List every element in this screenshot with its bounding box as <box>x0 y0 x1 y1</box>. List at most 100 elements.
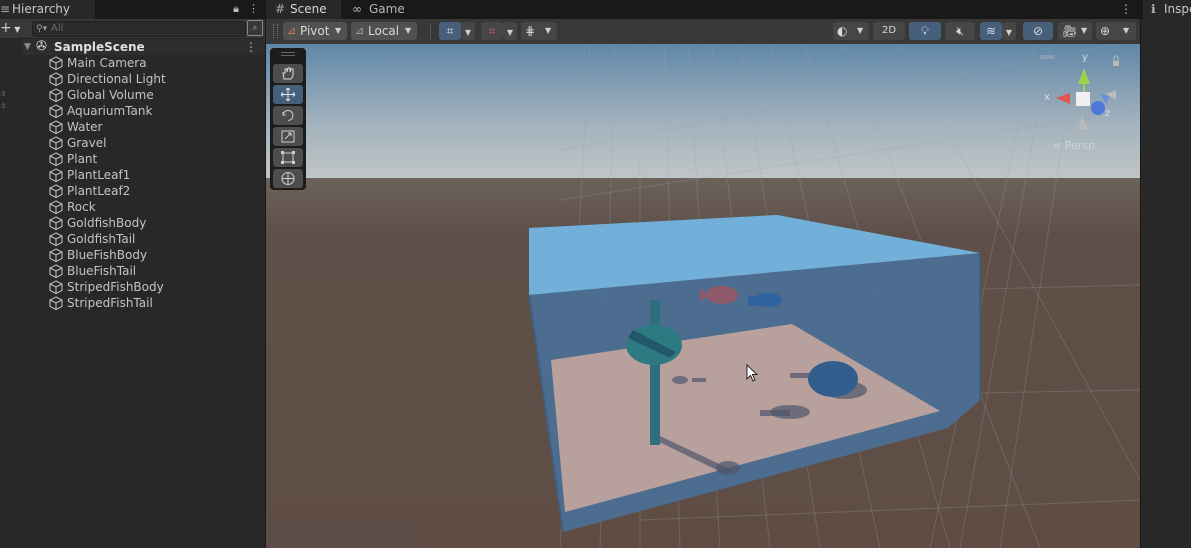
hierarchy-item-label: StripedFishBody <box>67 280 164 294</box>
inspector-tab-label: Inspe <box>1164 2 1191 16</box>
grid-snap-toggle[interactable]: ⌗ <box>439 22 461 40</box>
hierarchy-item-label: BlueFishTail <box>67 264 137 278</box>
hierarchy-item[interactable]: PlantLeaf2 <box>22 183 265 199</box>
search-by-type-icon[interactable]: ⌕ <box>247 20 263 36</box>
move-tool-button[interactable] <box>273 85 303 104</box>
gameobject-cube-icon <box>49 216 63 231</box>
gameobject-cube-icon <box>49 152 63 167</box>
hierarchy-item-label: Global Volume <box>67 88 154 102</box>
effects-layers-icon: ≋ <box>985 24 997 38</box>
chevron-down-icon: ▼ <box>464 28 472 37</box>
hierarchy-item[interactable]: AquariumTank <box>22 103 265 119</box>
hierarchy-item[interactable]: Gravel <box>22 135 265 151</box>
grid-snap-icon: ⌗ <box>446 24 454 38</box>
hierarchy-item[interactable]: Plant <box>22 151 265 167</box>
hierarchy-item[interactable]: StripedFishTail <box>22 295 265 311</box>
scale-icon <box>281 130 295 143</box>
hand-icon <box>282 67 294 80</box>
hierarchy-tab[interactable]: ≡ Hierarchy <box>0 0 95 19</box>
tab-game[interactable]: ∞ Game <box>343 0 413 19</box>
projection-toggle[interactable]: ⋖ Persp <box>1052 138 1112 154</box>
increment-snap-dropdown[interactable]: ▼ <box>503 22 517 40</box>
pivot-dropdown[interactable]: ⊿ Pivot ▼ <box>283 22 347 40</box>
bluefish-body <box>754 293 782 307</box>
gameobject-cube-icon <box>49 280 63 295</box>
gameobject-cube-icon <box>49 264 63 279</box>
gizmos-globe-icon: ⊕ <box>1100 24 1111 38</box>
hierarchy-item[interactable]: StripedFishBody <box>22 279 265 295</box>
add-object-button[interactable]: + ▼ <box>0 20 22 36</box>
search-icon: ⚲▾ <box>36 24 48 34</box>
rotate-tool-button[interactable] <box>273 106 303 125</box>
tab-scene-label: Scene <box>290 2 327 16</box>
hierarchy-list-icon: ≡ <box>0 2 11 16</box>
effects-toggle[interactable]: ≋ <box>980 22 1002 40</box>
lock-icon[interactable]: 🔒︎ <box>230 2 242 16</box>
more-options-icon[interactable]: ⋮ <box>248 2 259 16</box>
expand-arrow-icon[interactable]: ▼ <box>24 39 31 55</box>
scene-more-options-icon[interactable]: ⋮ <box>1120 0 1132 19</box>
camera-settings-dropdown[interactable]: 🎥︎ ▼ <box>1058 22 1092 40</box>
hierarchy-item[interactable]: Rock <box>22 199 265 215</box>
chevron-down-icon: ▼ <box>1123 26 1130 35</box>
hierarchy-item[interactable]: Main Camera <box>22 55 265 71</box>
hierarchy-item[interactable]: Global Volume <box>22 87 265 103</box>
tab-scene[interactable]: # Scene <box>266 0 341 19</box>
overlay-grip[interactable] <box>281 52 295 56</box>
gamepad-icon: ∞ <box>352 2 362 16</box>
lighting-toggle[interactable]: 💡︎ <box>909 22 941 40</box>
gameobject-cube-icon <box>49 72 63 87</box>
hand-tool-button[interactable] <box>273 64 303 83</box>
hierarchy-item[interactable]: BlueFishTail <box>22 263 265 279</box>
audio-toggle[interactable]: 🔇︎ <box>945 22 975 40</box>
hidden-objects-toggle[interactable]: ⊘ <box>1023 22 1053 40</box>
hierarchy-tab-label: Hierarchy <box>12 2 71 16</box>
grid-visibility-dropdown[interactable]: ⋕ ▼ <box>521 22 557 40</box>
chevron-down-icon: ▼ <box>545 26 552 35</box>
rotate-icon <box>282 110 294 121</box>
gizmos-dropdown[interactable]: ⊕ ▼ <box>1096 22 1136 40</box>
ground-patch <box>266 515 426 548</box>
gameobject-cube-icon <box>49 56 63 71</box>
gameobject-cube-icon <box>49 296 63 311</box>
hierarchy-item[interactable]: BlueFishBody <box>22 247 265 263</box>
effects-dropdown[interactable]: ▼ <box>1002 22 1016 40</box>
rect-transform-icon <box>281 151 295 164</box>
search-placeholder: All <box>51 23 64 34</box>
local-label: Local <box>368 24 400 38</box>
gameobject-cube-icon <box>49 248 63 263</box>
audio-mute-icon: 🔇︎ <box>956 24 964 38</box>
hierarchy-item[interactable]: Water <box>22 119 265 135</box>
scene-viewport[interactable] <box>266 44 1140 548</box>
2d-label: 2D <box>881 25 897 36</box>
scene-root-row[interactable]: ▼ ✇ SampleScene ⋮ <box>22 39 265 55</box>
hierarchy-item[interactable]: Directional Light <box>22 71 265 87</box>
light-bulb-icon: 💡︎ <box>920 24 930 38</box>
increment-snap-toggle[interactable]: ⌗ <box>481 22 503 40</box>
shading-sphere-icon: ◐ <box>837 24 848 38</box>
hierarchy-search-field[interactable]: ⚲▾ All <box>32 21 246 37</box>
grid-visibility-icon: ⋕ <box>525 24 536 38</box>
2d-toggle-button[interactable]: 2D <box>873 22 905 40</box>
hierarchy-item-label: PlantLeaf2 <box>67 184 131 198</box>
hierarchy-item[interactable]: PlantLeaf1 <box>22 167 265 183</box>
hierarchy-item[interactable]: GoldfishBody <box>22 215 265 231</box>
scene-menu-icon[interactable]: ⋮ <box>245 39 257 55</box>
gameobject-cube-icon <box>49 104 63 119</box>
hierarchy-item[interactable]: GoldfishTail <box>22 231 265 247</box>
chevron-down-icon: ▼ <box>857 26 864 35</box>
hierarchy-item-label: Water <box>67 120 103 134</box>
gameobject-cube-icon <box>49 184 63 199</box>
rect-tool-button[interactable] <box>273 148 303 167</box>
chevron-down-icon: ▼ <box>1005 28 1013 37</box>
grid-snap-dropdown[interactable]: ▼ <box>461 22 475 40</box>
draw-mode-dropdown[interactable]: ◐ ▼ <box>833 22 869 40</box>
inspector-tab[interactable]: ℹ Inspe <box>1143 0 1191 19</box>
gutter-marks: ઙઙ <box>0 89 6 111</box>
hierarchy-item-label: GoldfishBody <box>67 216 147 230</box>
transform-tool-button[interactable] <box>273 169 303 188</box>
gameobject-cube-icon <box>49 168 63 183</box>
scale-tool-button[interactable] <box>273 127 303 146</box>
chevron-down-icon: ▼ <box>11 25 21 34</box>
local-dropdown[interactable]: ⊿ Local ▼ <box>351 22 417 40</box>
